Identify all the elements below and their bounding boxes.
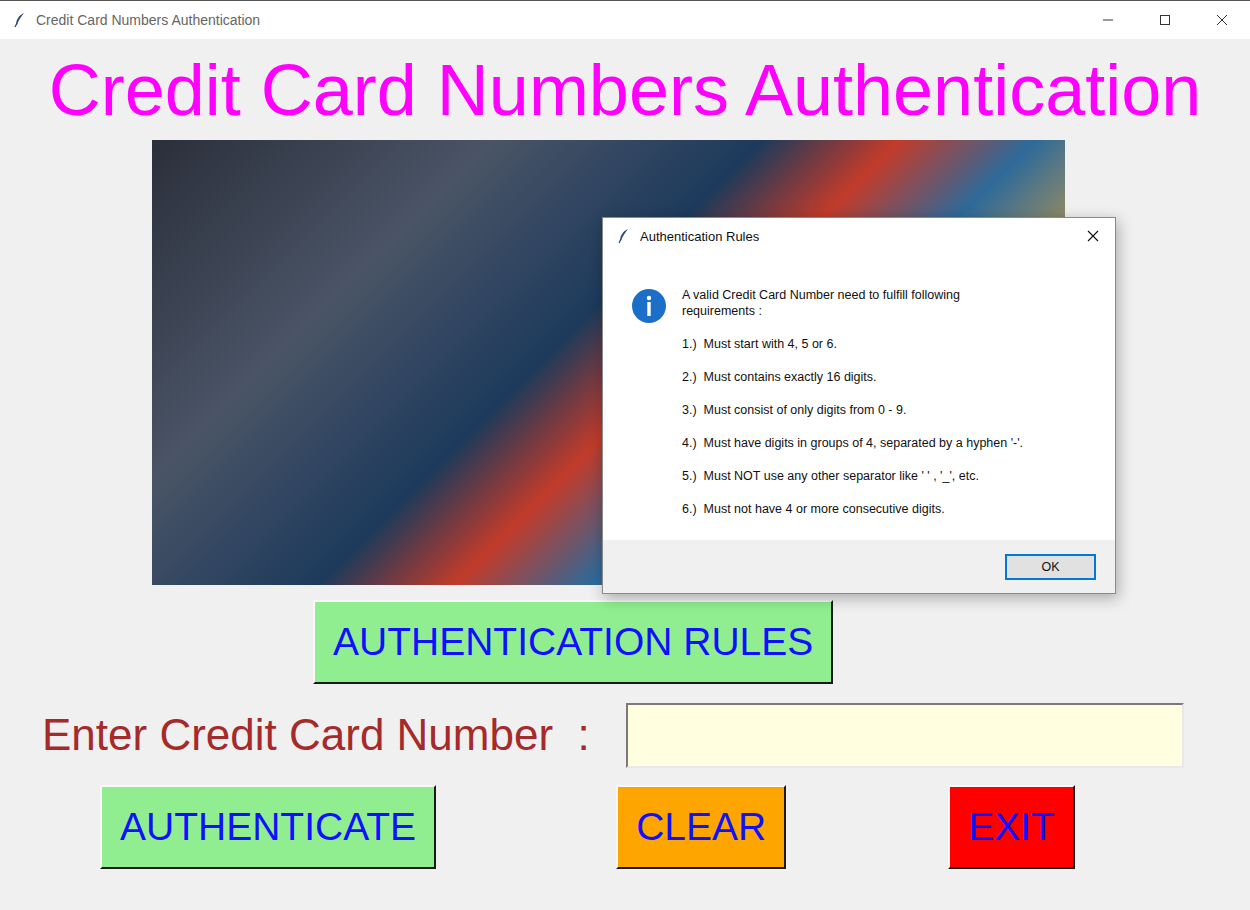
card-number-input[interactable]	[626, 703, 1184, 768]
entry-label: Enter Credit Card Number :	[42, 710, 626, 760]
dialog-intro: A valid Credit Card Number need to fulfi…	[682, 287, 1027, 319]
feather-icon	[616, 228, 632, 244]
rule-item: 3.) Must consist of only digits from 0 -…	[682, 402, 1082, 418]
maximize-icon	[1159, 14, 1171, 26]
action-button[interactable]: AUTHENTICATE	[100, 785, 436, 869]
close-button[interactable]	[1193, 1, 1250, 39]
dialog-title: Authentication Rules	[640, 229, 759, 244]
action-button[interactable]: CLEAR	[616, 785, 786, 869]
window-title: Credit Card Numbers Authentication	[36, 12, 260, 28]
minimize-icon	[1102, 14, 1114, 26]
rule-item: 5.) Must NOT use any other separator lik…	[682, 468, 1082, 484]
dialog-title-bar: Authentication Rules	[603, 218, 1115, 254]
dialog-close-button[interactable]	[1071, 218, 1115, 254]
info-icon	[631, 288, 667, 324]
rule-item: 1.) Must start with 4, 5 or 6.	[682, 336, 1082, 352]
heading: Credit Card Numbers Authentication	[0, 49, 1250, 132]
rule-item: 2.) Must contains exactly 16 digits.	[682, 369, 1082, 385]
ok-button[interactable]: OK	[1005, 554, 1096, 580]
close-icon	[1087, 230, 1099, 242]
feather-icon	[12, 12, 28, 28]
minimize-button[interactable]	[1079, 1, 1136, 39]
app-window: Credit Card Numbers Authentication Credi…	[0, 0, 1250, 910]
rule-item: 4.) Must have digits in groups of 4, sep…	[682, 435, 1082, 451]
action-button[interactable]: EXIT	[948, 785, 1075, 869]
maximize-button[interactable]	[1136, 1, 1193, 39]
rules-dialog: Authentication Rules A valid Credit Card…	[602, 217, 1116, 594]
rules-button[interactable]: AUTHENTICATION RULES	[313, 600, 833, 684]
title-bar: Credit Card Numbers Authentication	[0, 1, 1250, 39]
rule-item: 6.) Must not have 4 or more consecutive …	[682, 501, 1082, 517]
close-icon	[1216, 14, 1228, 26]
